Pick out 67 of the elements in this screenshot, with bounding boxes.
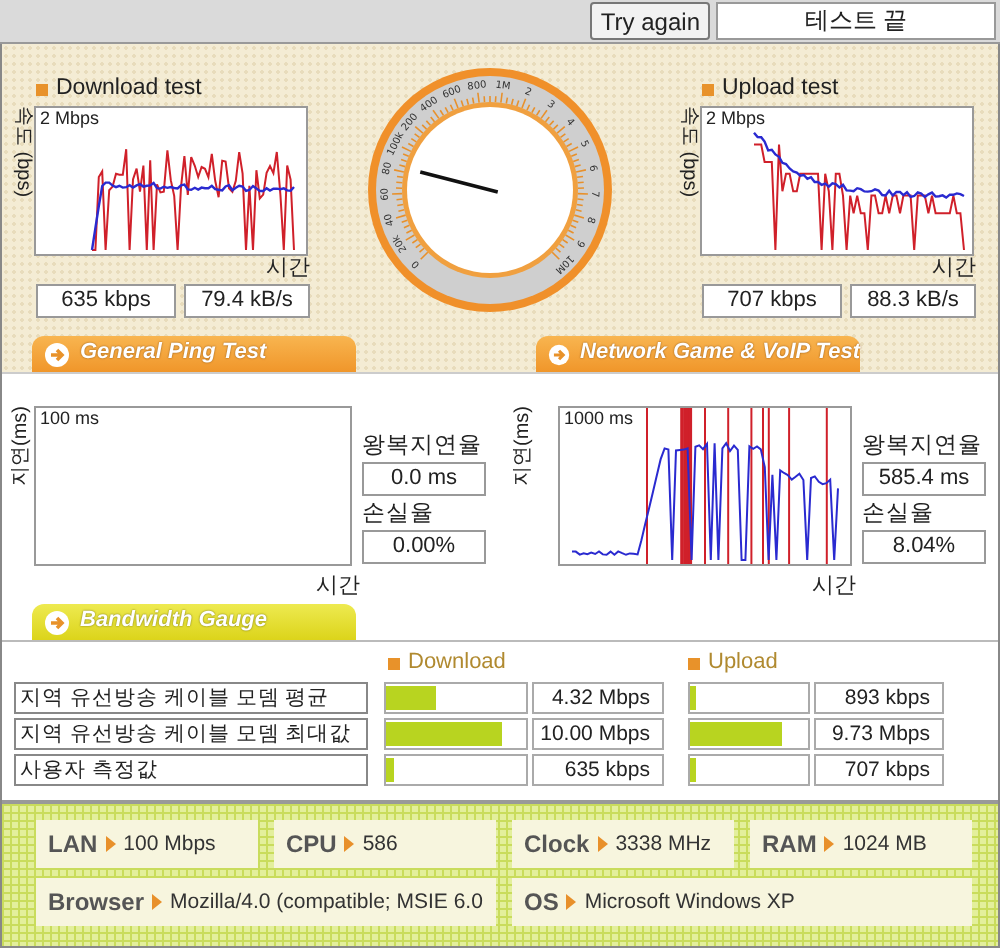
value-cell: 9.73 Mbps bbox=[814, 718, 944, 750]
section-tab[interactable]: General Ping Test bbox=[32, 336, 356, 372]
section-tab[interactable]: Network Game & VoIP Test bbox=[536, 336, 860, 372]
info-value: 586 bbox=[362, 831, 398, 857]
value-cell: 707 kbps bbox=[814, 754, 944, 786]
value-cell: 10.00 Mbps bbox=[532, 718, 664, 750]
info-value: 1024 MB bbox=[842, 831, 927, 857]
info-value: 3338 MHz bbox=[615, 831, 712, 857]
arrow-circle-icon bbox=[44, 341, 70, 367]
triangle-icon bbox=[344, 836, 355, 852]
loss-field: 0.00% bbox=[362, 529, 486, 564]
scale-label: 1000 ms bbox=[564, 410, 634, 430]
square-icon bbox=[36, 84, 48, 96]
latency-field: 585.4 ms bbox=[862, 461, 986, 496]
scale-label: 2 Mbps bbox=[706, 110, 766, 130]
test-title: Download test bbox=[56, 76, 202, 104]
info-label: Clock bbox=[524, 829, 590, 859]
row-label: 지역 유선방송 케이블 모뎀 최대값 bbox=[14, 718, 368, 750]
scale-label: 100 ms bbox=[40, 410, 100, 430]
info-value: Mozilla/4.0 (compatible; MSIE 6.0 bbox=[170, 889, 483, 915]
column-header: Upload bbox=[708, 650, 778, 678]
stat-label: 왕복지연율 bbox=[362, 434, 484, 462]
triangle-icon bbox=[105, 836, 116, 852]
arrow-circle-icon bbox=[44, 609, 70, 635]
try-again-button[interactable]: Try again bbox=[590, 2, 710, 40]
axis-label: 시간 bbox=[812, 573, 856, 598]
info-label: Browser bbox=[48, 887, 145, 917]
row-label: 지역 유선방송 케이블 모뎀 평균 bbox=[14, 682, 368, 714]
info-label: CPU bbox=[286, 829, 337, 859]
stat-label: 손실율 bbox=[862, 501, 936, 530]
axis-label: 시간 bbox=[266, 256, 310, 280]
info-value: 100 Mbps bbox=[123, 831, 216, 857]
axis-label: 시간 bbox=[932, 256, 976, 280]
triangle-icon bbox=[566, 894, 577, 910]
triangle-icon bbox=[824, 836, 835, 852]
triangle-icon bbox=[152, 894, 163, 910]
scale-label: 2 Mbps bbox=[40, 110, 100, 130]
rate-field: 79.4 kB/s bbox=[184, 284, 310, 318]
latency-field: 0.0 ms bbox=[362, 461, 486, 496]
row-label: 사용자 측정값 bbox=[14, 754, 368, 786]
test-title: Upload test bbox=[722, 76, 839, 104]
status-field: 테스트 끝 bbox=[716, 2, 996, 40]
axis-label: 지연(ms) bbox=[10, 406, 34, 486]
axis-label: 속도 (bps) bbox=[10, 106, 34, 198]
rate-field: 707 kbps bbox=[702, 284, 842, 318]
rate-field: 88.3 kB/s bbox=[850, 284, 976, 318]
triangle-icon bbox=[597, 836, 608, 852]
square-icon bbox=[388, 658, 400, 670]
info-label: RAM bbox=[762, 829, 817, 859]
square-icon bbox=[688, 658, 700, 670]
axis-label: 지연(ms) bbox=[512, 406, 536, 486]
section-tab[interactable]: Bandwidth Gauge bbox=[32, 604, 356, 640]
info-value: Microsoft Windows XP bbox=[584, 889, 795, 915]
stat-label: 왕복지연율 bbox=[862, 434, 984, 462]
value-cell: 893 kbps bbox=[814, 682, 944, 714]
loss-field: 8.04% bbox=[862, 529, 986, 564]
axis-label: 속도 (bps) bbox=[676, 106, 700, 198]
info-label: OS bbox=[524, 887, 559, 917]
rate-field: 635 kbps bbox=[36, 284, 176, 318]
info-label: LAN bbox=[48, 829, 98, 859]
arrow-circle-icon bbox=[548, 341, 571, 367]
value-cell: 4.32 Mbps bbox=[532, 682, 664, 714]
axis-label: 시간 bbox=[316, 573, 360, 598]
value-cell: 635 kbps bbox=[532, 754, 664, 786]
column-header: Download bbox=[408, 650, 506, 678]
stat-label: 손실율 bbox=[362, 501, 436, 530]
square-icon bbox=[702, 84, 714, 96]
